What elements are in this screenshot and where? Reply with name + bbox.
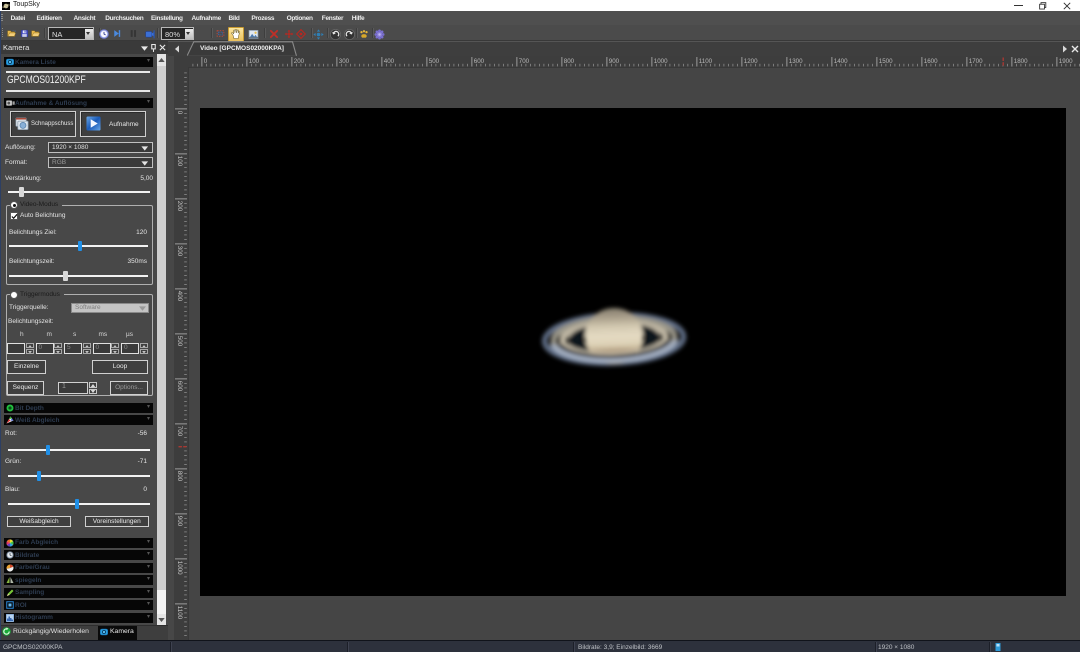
svg-text:1600: 1600 [924, 58, 938, 65]
svg-text:500: 500 [429, 58, 440, 65]
svg-text:100: 100 [176, 156, 183, 167]
svg-text:200: 200 [294, 58, 305, 65]
svg-text:1700: 1700 [969, 58, 983, 65]
svg-text:1500: 1500 [879, 58, 893, 65]
svg-text:1800: 1800 [1014, 58, 1028, 65]
svg-text:0: 0 [176, 111, 183, 115]
svg-text:1300: 1300 [789, 58, 803, 65]
svg-text:500: 500 [176, 336, 183, 347]
svg-text:200: 200 [176, 201, 183, 212]
svg-text:100: 100 [249, 58, 260, 65]
svg-text:400: 400 [176, 291, 183, 302]
svg-text:600: 600 [176, 381, 183, 392]
svg-text:0: 0 [204, 58, 208, 65]
svg-text:1000: 1000 [176, 561, 183, 575]
svg-text:700: 700 [176, 426, 183, 437]
svg-text:300: 300 [339, 58, 350, 65]
svg-text:1100: 1100 [176, 606, 183, 620]
svg-text:900: 900 [609, 58, 620, 65]
svg-text:800: 800 [176, 471, 183, 482]
svg-text:900: 900 [176, 516, 183, 527]
svg-text:1900: 1900 [1059, 58, 1073, 65]
svg-text:1200: 1200 [744, 58, 758, 65]
svg-text:800: 800 [564, 58, 575, 65]
svg-text:1000: 1000 [654, 58, 668, 65]
svg-text:400: 400 [384, 58, 395, 65]
svg-text:600: 600 [474, 58, 485, 65]
svg-text:300: 300 [176, 246, 183, 257]
svg-text:1100: 1100 [699, 58, 713, 65]
svg-text:700: 700 [519, 58, 530, 65]
svg-text:1400: 1400 [834, 58, 848, 65]
